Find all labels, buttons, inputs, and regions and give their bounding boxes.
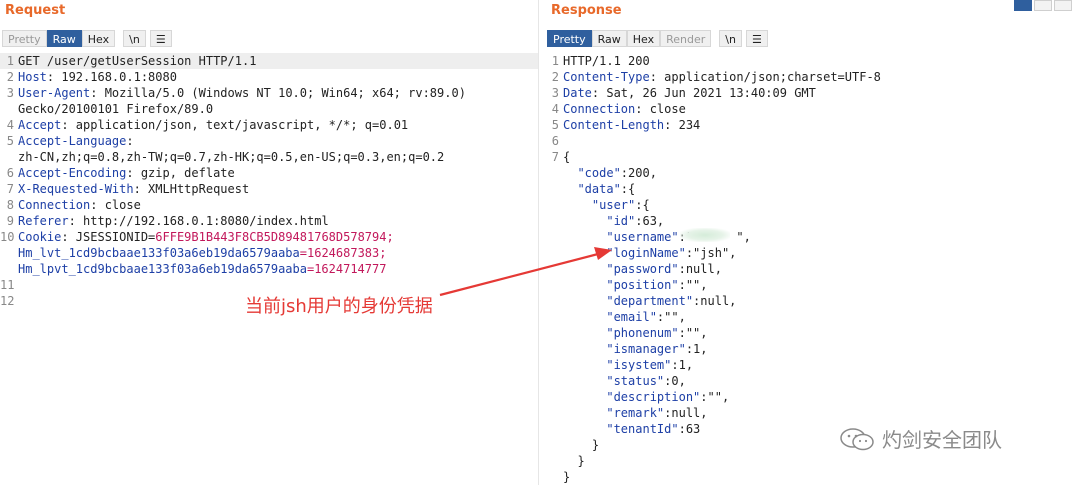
wechat-icon <box>840 427 874 450</box>
watermark: 灼剑安全团队 <box>838 424 1002 453</box>
annotation-label: 当前jsh用户的身份凭据 <box>245 296 433 317</box>
watermark-text: 灼剑安全团队 <box>882 428 1002 452</box>
annotation-arrow <box>439 247 612 297</box>
